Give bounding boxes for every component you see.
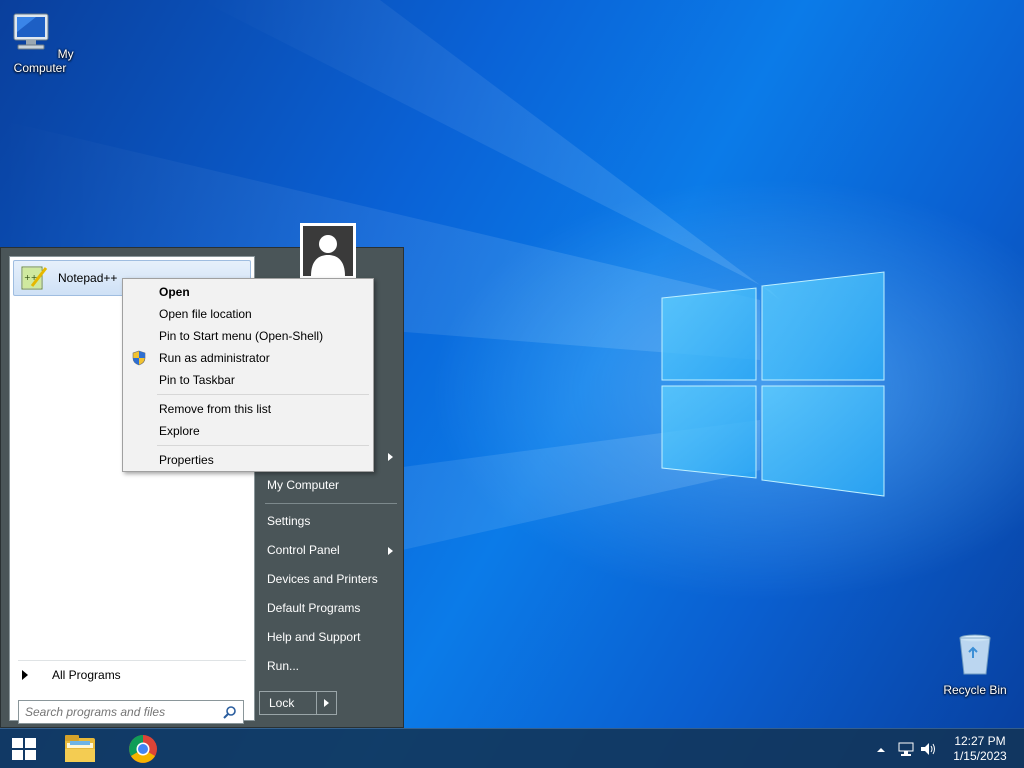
user-avatar-icon <box>311 235 345 276</box>
all-programs-label: All Programs <box>52 667 121 682</box>
separator <box>157 394 369 395</box>
desktop-icon-label: Recycle Bin <box>943 683 1007 697</box>
start-item-devices-printers[interactable]: Devices and Printers <box>259 565 399 594</box>
volume-icon[interactable] <box>920 741 936 757</box>
context-item-label: Open <box>159 285 190 299</box>
notepadpp-icon: ++ <box>21 266 48 290</box>
context-item-pin-taskbar[interactable]: Pin to Taskbar <box>125 369 371 391</box>
recycle-bin-icon <box>959 634 991 675</box>
desktop-icon-recycle-bin[interactable]: Recycle Bin <box>935 630 1015 697</box>
separator <box>265 503 397 504</box>
context-menu: Open Open file location Pin to Start men… <box>122 278 374 472</box>
wallpaper-windows-logo <box>661 271 885 497</box>
clock-time: 12:27 PM <box>954 734 1006 748</box>
triangle-right-icon <box>22 669 28 680</box>
context-item-pin-start[interactable]: Pin to Start menu (Open-Shell) <box>125 325 371 347</box>
search-input[interactable] <box>25 705 215 719</box>
context-item-explore[interactable]: Explore <box>125 420 371 442</box>
context-item-open-file-location[interactable]: Open file location <box>125 303 371 325</box>
lock-button[interactable]: Lock <box>260 692 317 714</box>
start-item-help-support[interactable]: Help and Support <box>259 623 399 652</box>
lock-button-group: Lock <box>259 691 337 715</box>
program-item-label: Notepad++ <box>58 271 118 285</box>
user-picture[interactable] <box>300 223 356 279</box>
context-item-remove-from-list[interactable]: Remove from this list <box>125 398 371 420</box>
desktop-icon-my-computer[interactable]: My Computer <box>0 8 80 75</box>
context-item-label: Remove from this list <box>159 402 272 416</box>
start-item-control-panel[interactable]: Control Panel <box>259 536 399 565</box>
start-item-label: Run... <box>267 659 300 673</box>
context-item-label: Properties <box>159 453 214 467</box>
separator <box>157 445 369 446</box>
start-item-label: Settings <box>267 514 311 528</box>
shutdown-options-button[interactable] <box>317 692 336 714</box>
clock-date: 1/15/2023 <box>953 749 1007 763</box>
context-item-run-as-admin[interactable]: Run as administrator <box>125 347 371 369</box>
start-item-settings[interactable]: Settings <box>259 507 399 536</box>
start-item-default-programs[interactable]: Default Programs <box>259 594 399 623</box>
start-item-label: Help and Support <box>267 630 361 644</box>
context-item-label: Pin to Taskbar <box>159 373 235 387</box>
context-item-label: Open file location <box>159 307 252 321</box>
search-box[interactable] <box>18 700 244 724</box>
all-programs-button[interactable]: All Programs <box>18 660 246 684</box>
computer-icon <box>13 13 49 50</box>
file-explorer-icon[interactable] <box>60 733 100 765</box>
start-item-my-computer[interactable]: My Computer <box>259 471 399 500</box>
start-item-label: Control Panel <box>267 543 340 557</box>
context-item-open[interactable]: Open <box>125 281 371 303</box>
taskbar-clock[interactable]: 12:27 PM 1/15/2023 <box>940 734 1020 764</box>
start-item-label: Default Programs <box>267 601 361 615</box>
context-item-label: Run as administrator <box>159 351 270 365</box>
taskbar: 12:27 PM 1/15/2023 <box>0 728 1024 768</box>
start-item-label: Devices and Printers <box>267 572 378 586</box>
uac-shield-icon <box>132 350 146 366</box>
network-icon[interactable] <box>898 741 914 757</box>
context-item-properties[interactable]: Properties <box>125 449 371 471</box>
context-item-label: Pin to Start menu (Open-Shell) <box>159 329 324 343</box>
start-item-label: My Computer <box>267 478 340 492</box>
system-tray <box>870 729 940 768</box>
submenu-arrow-icon <box>388 453 393 461</box>
windows-start-icon[interactable] <box>8 736 40 762</box>
search-icon[interactable] <box>223 705 237 719</box>
start-item-run[interactable]: Run... <box>259 652 399 681</box>
context-item-label: Explore <box>159 424 200 438</box>
submenu-arrow-icon <box>388 547 393 555</box>
chrome-icon[interactable] <box>123 733 163 765</box>
show-hidden-icons-icon[interactable] <box>875 744 887 756</box>
